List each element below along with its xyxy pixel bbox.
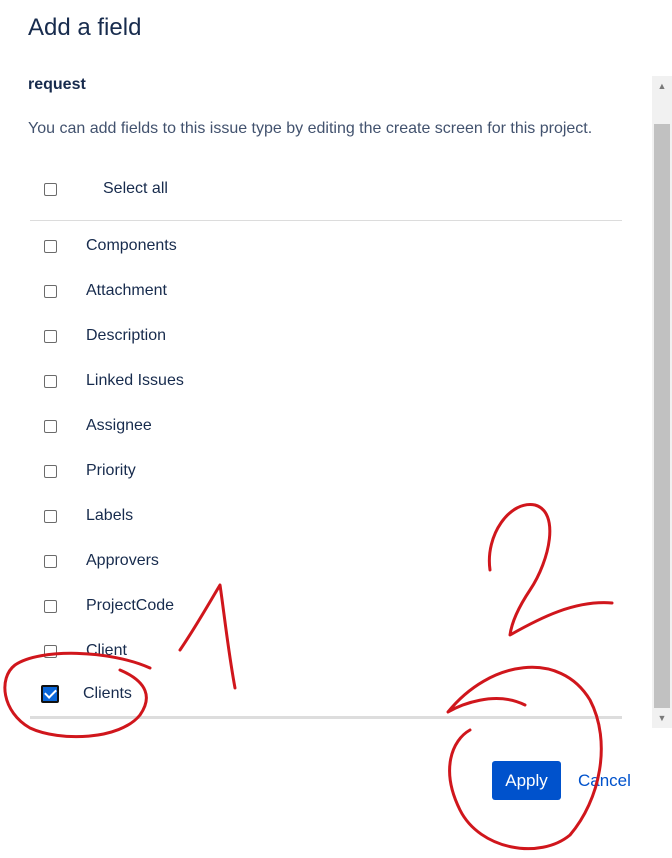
field-label[interactable]: Priority (86, 462, 136, 480)
field-row-labels[interactable]: Labels (44, 504, 133, 528)
scroll-down-icon[interactable]: ▼ (652, 708, 672, 728)
field-row-assignee[interactable]: Assignee (44, 414, 152, 438)
field-row-client[interactable]: Client (44, 639, 127, 663)
field-checkbox[interactable] (44, 464, 57, 478)
field-checkbox[interactable] (44, 374, 57, 388)
field-label[interactable]: Labels (86, 507, 133, 525)
select-all-row[interactable]: Select all (44, 177, 168, 201)
field-row-priority[interactable]: Priority (44, 459, 136, 483)
field-label[interactable]: Clients (83, 685, 132, 703)
cancel-link[interactable]: Cancel (578, 771, 631, 791)
scrollbar-thumb[interactable] (654, 124, 670, 708)
field-row-projectcode[interactable]: ProjectCode (44, 594, 174, 618)
field-row-attachment[interactable]: Attachment (44, 279, 167, 303)
field-checkbox[interactable] (44, 509, 57, 523)
select-all-checkbox[interactable] (44, 182, 57, 196)
field-label[interactable]: Assignee (86, 417, 152, 435)
list-bottom-divider (30, 716, 622, 719)
field-row-clients[interactable]: Clients (41, 682, 132, 706)
scrollbar[interactable]: ▲ ▼ (652, 76, 672, 728)
issue-type-name: request (28, 76, 86, 93)
scroll-up-icon[interactable]: ▲ (652, 76, 672, 96)
field-row-components[interactable]: Components (44, 234, 177, 258)
field-list[interactable]: Components Attachment Description Linked… (0, 222, 652, 718)
field-label[interactable]: Description (86, 327, 166, 345)
dialog-description: You can add fields to this issue type by… (28, 120, 593, 137)
apply-button[interactable]: Apply (492, 761, 561, 800)
select-all-label[interactable]: Select all (103, 180, 168, 198)
field-label[interactable]: ProjectCode (86, 597, 174, 615)
field-checkbox[interactable] (44, 284, 57, 298)
field-checkbox[interactable] (44, 554, 57, 568)
field-checkbox[interactable] (44, 599, 57, 613)
field-checkbox-checked[interactable] (41, 685, 59, 703)
field-label[interactable]: Client (86, 642, 127, 660)
field-checkbox[interactable] (44, 419, 57, 433)
dialog-title: Add a field (28, 14, 142, 41)
field-row-description[interactable]: Description (44, 324, 166, 348)
field-label[interactable]: Components (86, 237, 177, 255)
field-label[interactable]: Linked Issues (86, 372, 184, 390)
field-label[interactable]: Approvers (86, 552, 159, 570)
field-label[interactable]: Attachment (86, 282, 167, 300)
field-row-approvers[interactable]: Approvers (44, 549, 159, 573)
field-checkbox[interactable] (44, 644, 57, 658)
field-row-linked-issues[interactable]: Linked Issues (44, 369, 184, 393)
list-top-divider (30, 220, 622, 221)
field-checkbox[interactable] (44, 239, 57, 253)
field-checkbox[interactable] (44, 329, 57, 343)
